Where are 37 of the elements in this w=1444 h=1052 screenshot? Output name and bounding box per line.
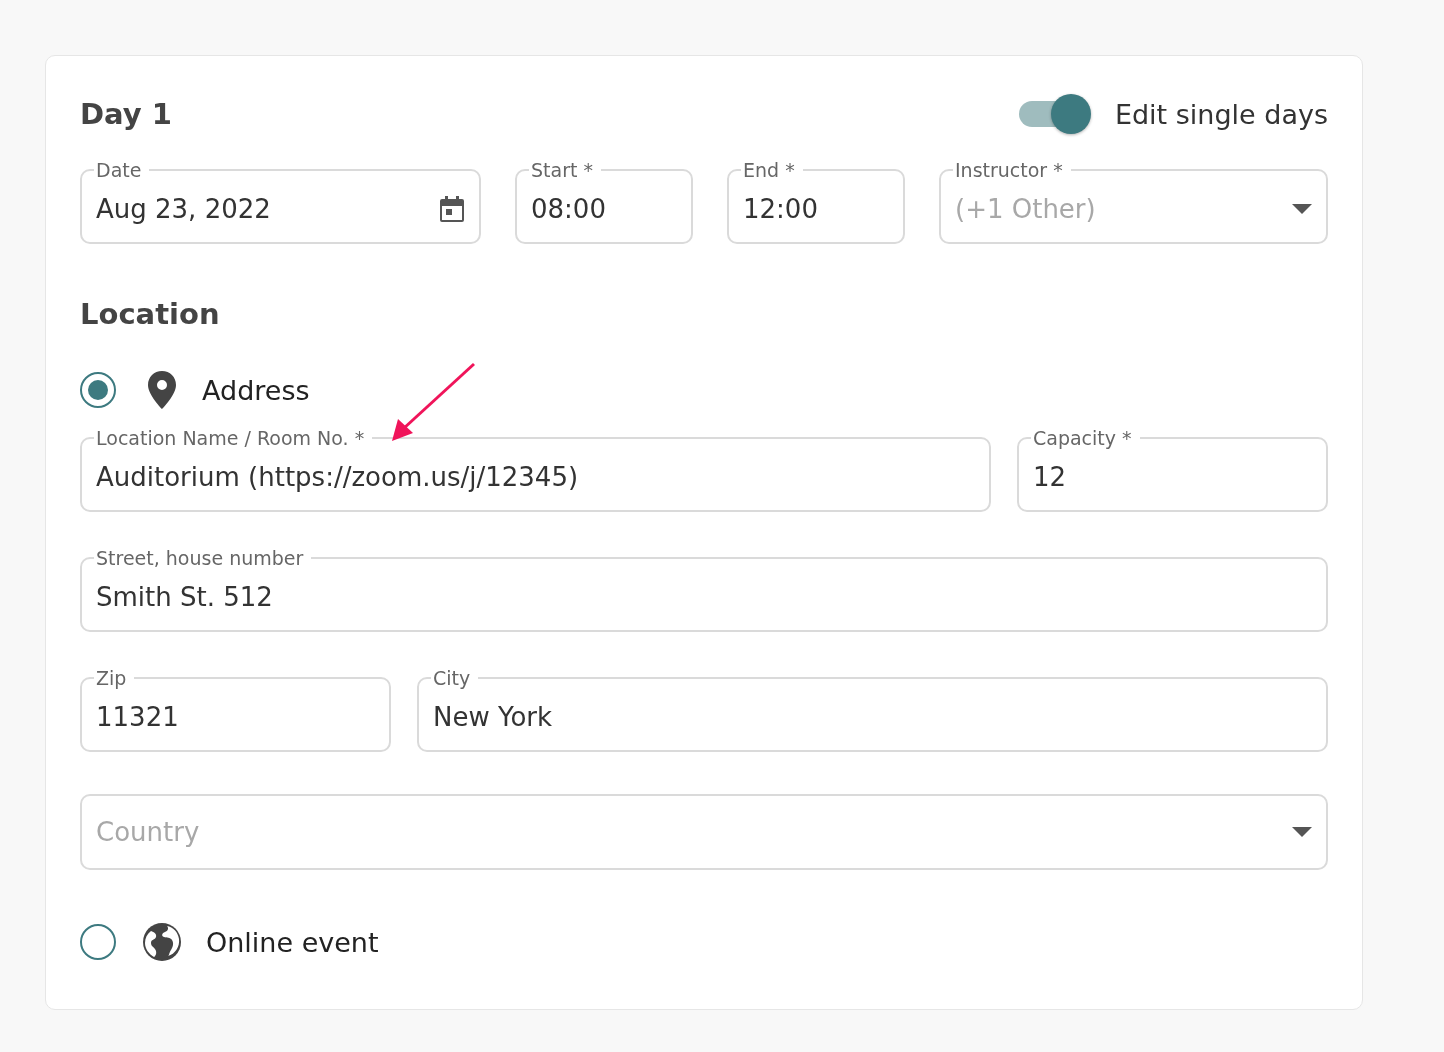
field-label: Start * [530, 159, 594, 181]
field-label: Date [95, 159, 143, 181]
input-field[interactable]: Street, house number Smith St. 512 [80, 547, 1328, 632]
field-value[interactable]: Smith St. 512 [96, 569, 1312, 625]
field-value[interactable]: New York [433, 689, 1312, 745]
input-field[interactable]: City New York [417, 667, 1328, 752]
input-field[interactable]: Capacity * 12 [1017, 427, 1328, 512]
field-value[interactable]: 08:00 [531, 181, 677, 237]
field-value[interactable]: 12 [1033, 449, 1312, 505]
input-field[interactable]: Zip 11321 [80, 667, 391, 752]
option-label: Online event [206, 926, 379, 958]
map-pin-icon [146, 370, 178, 410]
field-label: Instructor * [954, 159, 1064, 181]
field-value[interactable]: (+1 Other) [955, 181, 1284, 237]
field-value[interactable]: Auditorium (https://zoom.us/j/12345) [96, 449, 975, 505]
day-title: Day 1 [80, 97, 172, 131]
radio-button[interactable] [80, 372, 116, 408]
caret-icon[interactable] [1292, 204, 1312, 214]
globe-icon [142, 922, 182, 962]
field-value[interactable]: 11321 [96, 689, 375, 745]
field-value[interactable]: Aug 23, 2022 [96, 181, 431, 237]
field-label: End * [742, 159, 796, 181]
field-label: Capacity * [1032, 427, 1133, 449]
toggle-label: Edit single days [1114, 98, 1328, 130]
section-heading: Location [80, 296, 221, 333]
input-field[interactable]: End * 12:00 [727, 159, 905, 244]
field-value[interactable]: 12:00 [743, 181, 889, 237]
calendar-icon[interactable] [439, 195, 465, 223]
input-field[interactable]: Location Name / Room No. * Auditorium (https://zoom.us/j/12345) [80, 427, 991, 512]
radio-button[interactable] [80, 924, 116, 960]
option-label: Address [202, 374, 310, 406]
caret-icon[interactable] [1292, 827, 1312, 837]
field-label: City [432, 667, 472, 689]
field-label: Zip [95, 667, 128, 689]
field-label: Location Name / Room No. * [95, 427, 366, 449]
toggle-switch[interactable] [1018, 94, 1091, 134]
field-label: Street, house number [95, 547, 305, 569]
